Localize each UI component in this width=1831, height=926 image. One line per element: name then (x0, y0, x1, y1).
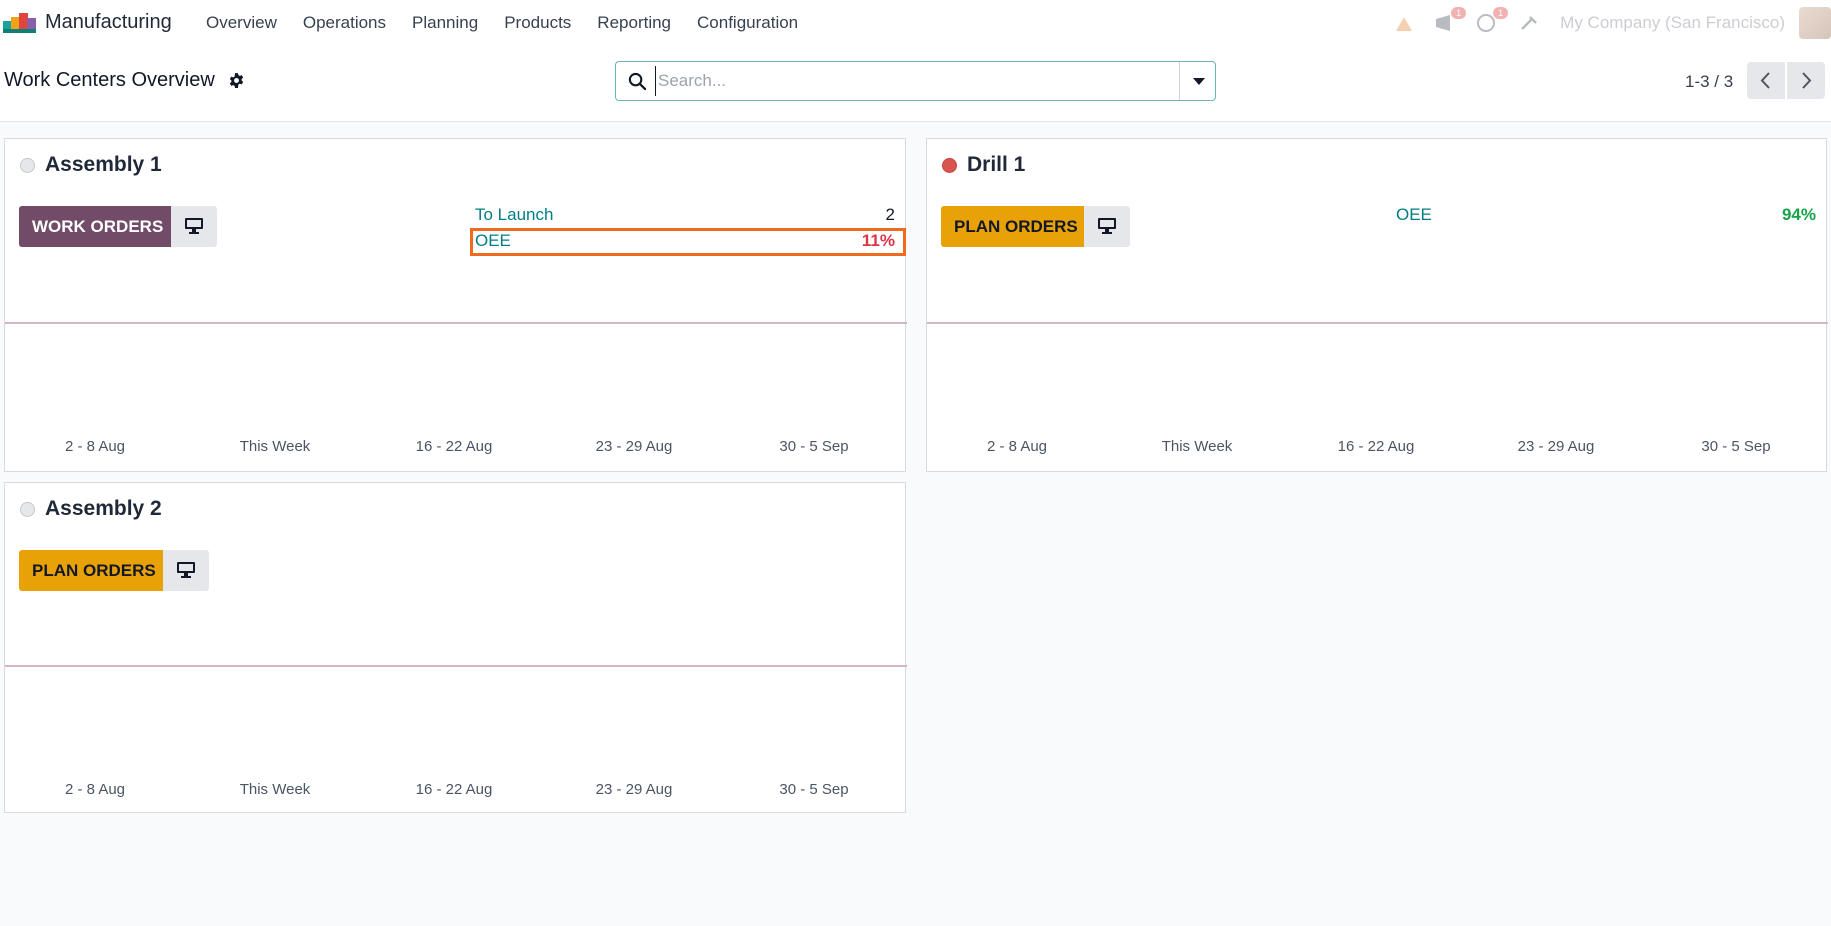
work-orders-button[interactable]: WORK ORDERS (19, 206, 177, 247)
workcenter-name[interactable]: Assembly 1 (45, 153, 162, 177)
kpi-to-launch-label[interactable]: To Launch (475, 205, 553, 225)
workcenter-name[interactable]: Drill 1 (967, 153, 1025, 177)
week-label: 23 - 29 Aug (595, 438, 673, 455)
kpi-oee-value[interactable]: 94% (1782, 205, 1816, 225)
monitor-icon (185, 218, 203, 234)
main-menu: Overview Operations Planning Products Re… (206, 13, 824, 33)
page-title: Work Centers Overview (4, 69, 215, 91)
chevron-left-icon (1760, 72, 1770, 89)
activity-icon[interactable]: 1 (1476, 7, 1509, 33)
shop-floor-button[interactable] (171, 206, 217, 247)
top-navbar: Manufacturing Overview Operations Planni… (0, 0, 1831, 46)
chevron-right-icon (1802, 72, 1812, 89)
week-label: 2 - 8 Aug (64, 438, 126, 455)
week-label: 2 - 8 Aug (986, 438, 1048, 455)
workcenter-card: Drill 1 PLAN ORDERS OEE 94% 2 - 8 Aug Th… (926, 138, 1828, 472)
kpi-to-launch-value[interactable]: 2 (886, 205, 895, 225)
menu-planning[interactable]: Planning (412, 13, 478, 33)
week-label: 23 - 29 Aug (1517, 438, 1595, 455)
company-switcher[interactable]: My Company (San Francisco) (1560, 13, 1785, 33)
status-indicator[interactable] (20, 158, 35, 173)
message-badge: 1 (1451, 7, 1467, 19)
menu-reporting[interactable]: Reporting (597, 13, 671, 33)
week-label: 2 - 8 Aug (64, 781, 126, 798)
search-bar (615, 61, 1216, 101)
load-graph-axis: 2 - 8 Aug This Week 16 - 22 Aug 23 - 29 … (5, 438, 905, 458)
week-label: 30 - 5 Sep (779, 781, 849, 798)
week-label: 16 - 22 Aug (415, 781, 493, 798)
app-name[interactable]: Manufacturing (45, 11, 172, 34)
menu-overview[interactable]: Overview (206, 13, 277, 33)
week-label: This Week (239, 781, 311, 798)
load-graph-axis: 2 - 8 Aug This Week 16 - 22 Aug 23 - 29 … (927, 438, 1826, 458)
load-graph-axis: 2 - 8 Aug This Week 16 - 22 Aug 23 - 29 … (5, 781, 905, 801)
week-label: 23 - 29 Aug (595, 781, 673, 798)
monitor-icon (177, 562, 195, 578)
search-input[interactable] (655, 66, 1175, 96)
search-icon (628, 72, 647, 91)
shop-floor-button[interactable] (1084, 206, 1130, 247)
user-avatar[interactable] (1799, 7, 1831, 39)
workcenter-card: Assembly 2 PLAN ORDERS 2 - 8 Aug This We… (4, 482, 907, 813)
workcenter-card: Assembly 1 WORK ORDERS To Launch 2 OEE 1… (4, 138, 907, 472)
week-label: 16 - 22 Aug (1337, 438, 1415, 455)
plan-orders-button[interactable]: PLAN ORDERS (941, 206, 1091, 247)
load-graph-baseline (927, 322, 1828, 324)
menu-configuration[interactable]: Configuration (697, 13, 798, 33)
tools-icon[interactable] (1518, 13, 1542, 33)
kpi-oee-label[interactable]: OEE (1396, 205, 1432, 225)
plan-orders-button[interactable]: PLAN ORDERS (19, 550, 169, 591)
control-panel: Work Centers Overview 1-3 / 3 (0, 46, 1831, 122)
activity-badge: 1 (1493, 7, 1509, 19)
pager-previous-button[interactable] (1747, 62, 1785, 99)
status-indicator[interactable] (942, 158, 957, 173)
manufacturing-app-icon[interactable] (3, 11, 36, 33)
status-indicator[interactable] (20, 502, 35, 517)
week-label: 30 - 5 Sep (1701, 438, 1771, 455)
search-options-toggle[interactable] (1179, 62, 1215, 100)
messaging-icon[interactable]: 1 (1434, 7, 1467, 33)
systray: 1 1 My Company (San Francisco) (1374, 6, 1831, 40)
workcenter-name[interactable]: Assembly 2 (45, 497, 162, 521)
pager-next-button[interactable] (1787, 62, 1825, 99)
menu-products[interactable]: Products (504, 13, 571, 33)
monitor-icon (1098, 218, 1116, 234)
load-graph-baseline (5, 322, 907, 324)
gear-icon[interactable] (228, 72, 245, 89)
kpi-oee-label[interactable]: OEE (475, 231, 511, 251)
week-label: This Week (1161, 438, 1233, 455)
pager-value[interactable]: 1-3 / 3 (1685, 72, 1733, 92)
highlight-box (470, 228, 906, 256)
week-label: 30 - 5 Sep (779, 438, 849, 455)
caret-down-icon (1193, 78, 1205, 85)
week-label: 16 - 22 Aug (415, 438, 493, 455)
week-label: This Week (239, 438, 311, 455)
shop-floor-button[interactable] (163, 550, 209, 591)
load-graph-baseline (5, 665, 907, 667)
kpi-oee-value[interactable]: 11% (862, 231, 895, 251)
debug-icon[interactable] (1392, 13, 1416, 33)
menu-operations[interactable]: Operations (303, 13, 386, 33)
